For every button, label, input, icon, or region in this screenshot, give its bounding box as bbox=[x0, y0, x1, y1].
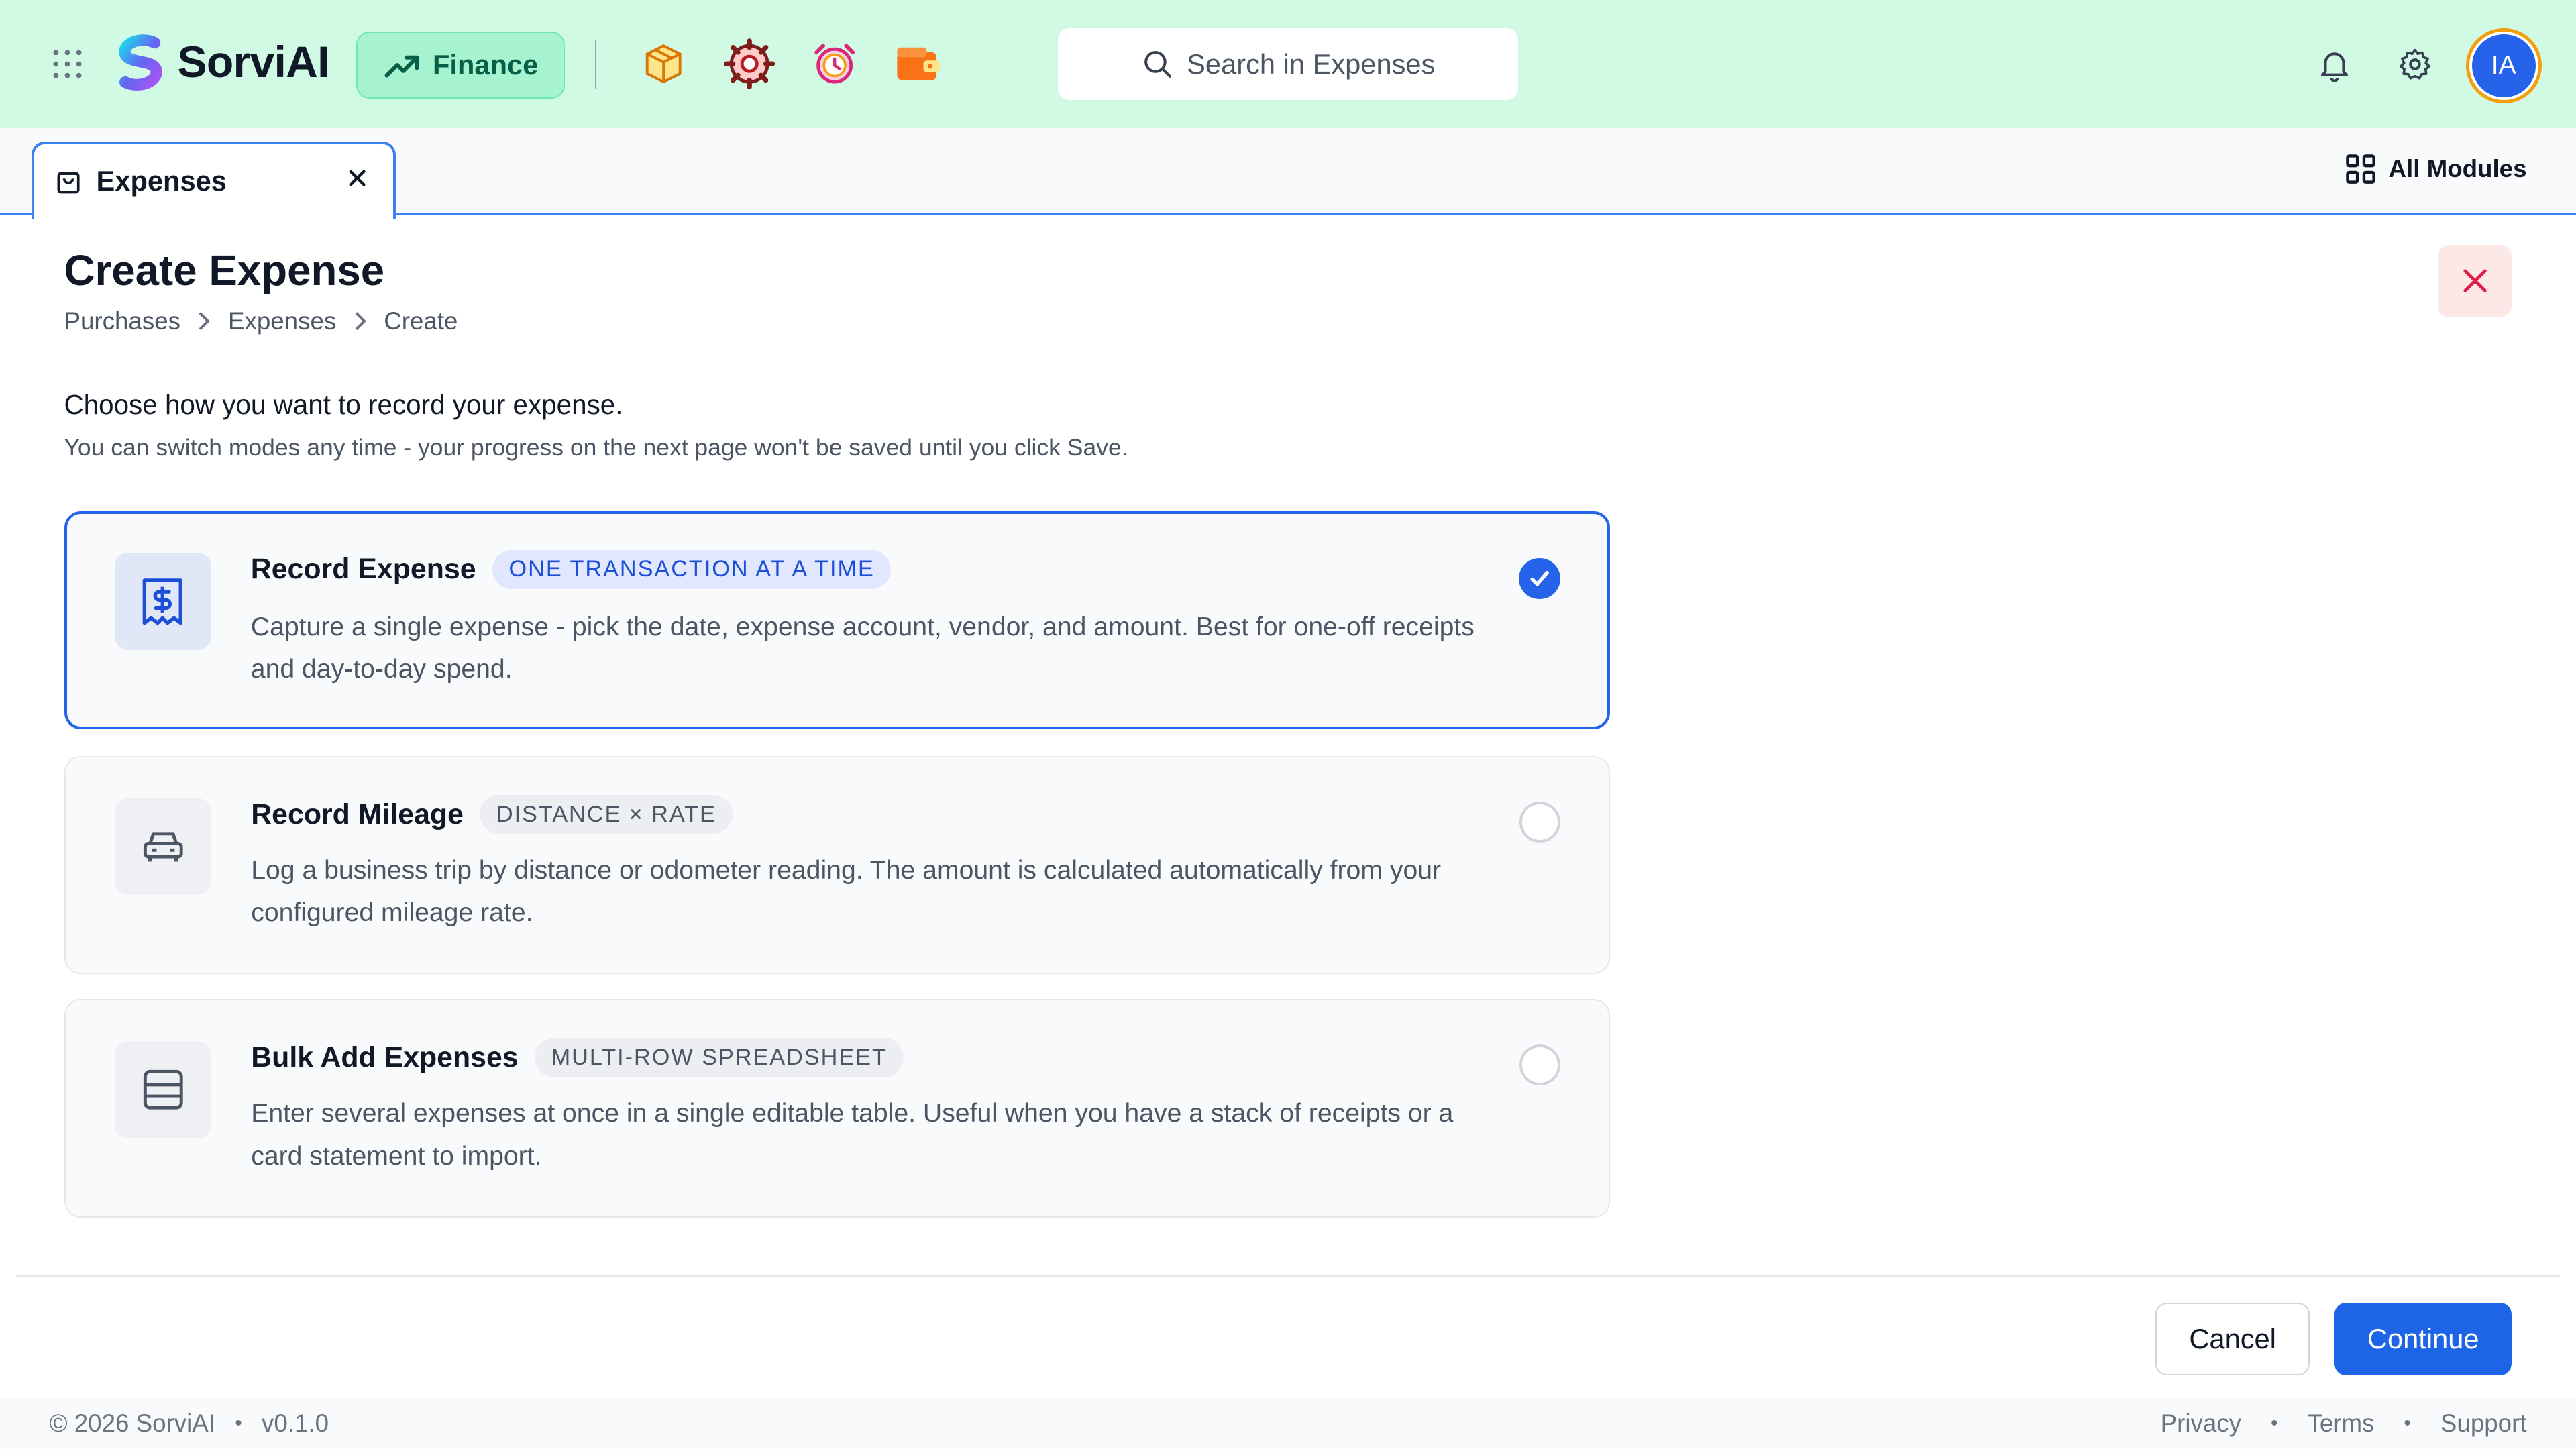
gear-wrench-app-icon[interactable] bbox=[723, 38, 775, 90]
version: v0.1.0 bbox=[262, 1409, 329, 1438]
option-radio[interactable] bbox=[1519, 801, 1561, 843]
trending-up-icon bbox=[384, 55, 419, 78]
separator-dot: • bbox=[2271, 1412, 2278, 1435]
table-rows-icon bbox=[114, 1041, 212, 1138]
gear-icon[interactable] bbox=[2397, 46, 2433, 83]
terms-link[interactable]: Terms bbox=[2308, 1409, 2375, 1438]
option-title: Record Mileage bbox=[251, 798, 464, 830]
sorviai-logo-icon bbox=[119, 34, 162, 91]
breadcrumb-current: Create bbox=[384, 307, 458, 335]
intro-subtext: You can switch modes any time - your pro… bbox=[64, 433, 1128, 461]
option-record-mileage[interactable]: Record Mileage DISTANCE × RATE Log a bus… bbox=[64, 755, 1610, 975]
option-title: Bulk Add Expenses bbox=[251, 1041, 519, 1074]
option-badge: DISTANCE × RATE bbox=[480, 794, 733, 835]
option-record-expense[interactable]: Record Expense ONE TRANSACTION AT A TIME… bbox=[64, 511, 1610, 730]
close-page-button[interactable] bbox=[2438, 244, 2512, 317]
alarm-clock-app-icon[interactable] bbox=[808, 38, 861, 90]
divider bbox=[16, 1275, 2560, 1277]
top-bar: SorviAI Finance Search in Expenses IA bbox=[0, 0, 2576, 129]
cancel-button[interactable]: Cancel bbox=[2155, 1303, 2310, 1375]
privacy-link[interactable]: Privacy bbox=[2161, 1409, 2241, 1438]
close-tab-icon[interactable] bbox=[344, 165, 370, 191]
option-description: Log a business trip by distance or odome… bbox=[251, 855, 1442, 928]
app-launcher-icon[interactable] bbox=[51, 48, 84, 80]
bell-icon[interactable] bbox=[2316, 46, 2353, 83]
tab-strip: Expenses All Modules bbox=[0, 128, 2576, 219]
wallet-app-icon[interactable] bbox=[892, 38, 945, 90]
option-badge: ONE TRANSACTION AT A TIME bbox=[492, 549, 892, 590]
all-modules-label: All Modules bbox=[2388, 155, 2527, 183]
separator-dot: • bbox=[235, 1412, 242, 1435]
option-description: Capture a single expense - pick the date… bbox=[250, 612, 1474, 684]
tab-expenses[interactable]: Expenses bbox=[31, 141, 396, 219]
chevron-right-icon bbox=[199, 312, 211, 331]
breadcrumb-purchases[interactable]: Purchases bbox=[64, 307, 180, 335]
selected-check-icon[interactable] bbox=[1519, 557, 1560, 599]
module-switcher-finance[interactable]: Finance bbox=[356, 31, 566, 99]
separator-dot: • bbox=[2404, 1412, 2411, 1435]
receipt-dollar-icon bbox=[114, 553, 211, 650]
box-app-icon[interactable] bbox=[637, 38, 690, 90]
close-icon bbox=[2463, 269, 2487, 292]
option-bulk-add-expenses[interactable]: Bulk Add Expenses MULTI-ROW SPREADSHEET … bbox=[64, 998, 1610, 1218]
module-label: Finance bbox=[433, 48, 539, 80]
app-name: SorviAI bbox=[177, 38, 329, 88]
search-icon bbox=[1144, 51, 1171, 78]
continue-button[interactable]: Continue bbox=[2334, 1303, 2512, 1375]
option-badge: MULTI-ROW SPREADSHEET bbox=[535, 1038, 904, 1077]
user-avatar[interactable]: IA bbox=[2465, 28, 2542, 104]
car-icon bbox=[114, 798, 212, 896]
option-description: Enter several expenses at once in a sing… bbox=[251, 1099, 1454, 1171]
grid-icon bbox=[2346, 154, 2375, 184]
support-link[interactable]: Support bbox=[2440, 1409, 2527, 1438]
breadcrumb: Purchases Expenses Create bbox=[64, 307, 458, 335]
page-footer: © 2026 SorviAI • v0.1.0 Privacy • Terms … bbox=[0, 1398, 2576, 1449]
copyright: © 2026 SorviAI bbox=[49, 1409, 215, 1438]
all-modules-button[interactable]: All Modules bbox=[2346, 154, 2527, 184]
chevron-right-icon bbox=[355, 312, 366, 331]
option-radio[interactable] bbox=[1519, 1044, 1561, 1086]
shopping-bag-icon bbox=[57, 172, 80, 194]
option-title: Record Expense bbox=[250, 553, 476, 586]
breadcrumb-expenses[interactable]: Expenses bbox=[228, 307, 336, 335]
page-title: Create Expense bbox=[64, 247, 385, 295]
tab-label: Expenses bbox=[96, 165, 227, 197]
user-initials: IA bbox=[2491, 50, 2516, 80]
divider bbox=[594, 39, 596, 89]
search-placeholder: Search in Expenses bbox=[1187, 48, 1436, 80]
search-input[interactable]: Search in Expenses bbox=[1058, 28, 1518, 101]
intro-text: Choose how you want to record your expen… bbox=[64, 389, 623, 421]
app-logo[interactable]: SorviAI bbox=[112, 33, 330, 92]
